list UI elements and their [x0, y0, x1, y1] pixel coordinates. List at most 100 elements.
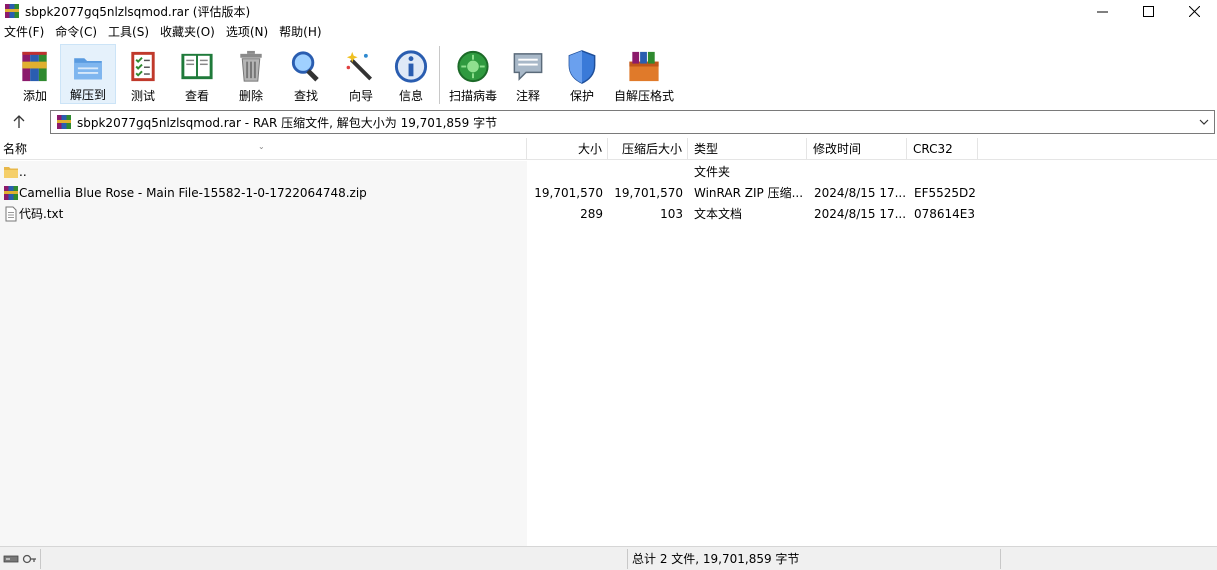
menu-bar: 文件(F) 命令(C) 工具(S) 收藏夹(O) 选项(N) 帮助(H): [0, 22, 1217, 42]
delete-button[interactable]: 删除: [224, 44, 278, 104]
file-size: 19,701,570: [534, 186, 603, 200]
sfx-label: 自解压格式: [613, 89, 674, 103]
scan-virus-button[interactable]: 扫描病毒: [445, 44, 501, 104]
file-type: WinRAR ZIP 压缩...: [694, 186, 804, 200]
find-label: 查找: [293, 89, 318, 103]
file-modified: 2024/8/15 17...: [814, 186, 906, 200]
view-button[interactable]: 查看: [170, 44, 224, 104]
info-label: 信息: [398, 89, 423, 103]
test-button[interactable]: 测试: [116, 44, 170, 104]
file-packed-size: 103: [660, 207, 683, 221]
add-archive-icon: [22, 51, 47, 82]
extract-to-label: 解压到: [69, 88, 106, 102]
column-header-name[interactable]: 名称 ⌄: [0, 138, 527, 160]
file-modified: 2024/8/15 17...: [814, 207, 906, 221]
address-bar[interactable]: sbpk2077gq5nlzlsqmod.rar - RAR 压缩文件, 解包大…: [50, 110, 1215, 134]
column-name-label: 名称: [3, 142, 28, 156]
file-modified: [814, 162, 906, 182]
delete-label: 删除: [238, 89, 263, 103]
menu-commands[interactable]: 命令(C): [51, 22, 104, 42]
column-header-size[interactable]: 大小: [527, 138, 608, 160]
column-header-type[interactable]: 类型: [688, 138, 807, 160]
find-button[interactable]: 查找: [278, 44, 334, 104]
folder-icon: [4, 167, 18, 178]
minimize-icon: [1096, 11, 1108, 12]
wizard-wand-icon: [346, 51, 373, 81]
test-label: 测试: [130, 89, 155, 103]
test-checklist-icon: [131, 51, 155, 82]
zip-archive-icon: [4, 186, 18, 200]
column-header-packed[interactable]: 压缩后大小: [608, 138, 688, 160]
file-crc: EF5525D2: [914, 186, 976, 200]
address-text: sbpk2077gq5nlzlsqmod.rar - RAR 压缩文件, 解包大…: [77, 115, 498, 130]
status-divider: [40, 549, 41, 569]
window-title: sbpk2077gq5nlzlsqmod.rar (评估版本): [25, 4, 251, 19]
info-button[interactable]: 信息: [388, 44, 434, 104]
up-folder-button[interactable]: [8, 112, 30, 132]
file-type: 文件夹: [694, 165, 731, 179]
sfx-button[interactable]: 自解压格式: [609, 44, 679, 104]
toolbar-divider: [439, 46, 440, 104]
comment-button[interactable]: 注释: [501, 44, 555, 104]
rar-archive-icon: [57, 115, 71, 129]
table-row[interactable]: 代码.txt 289 103 文本文档 2024/8/15 17... 0786…: [0, 204, 1217, 224]
close-icon: [1188, 5, 1200, 17]
close-button[interactable]: [1171, 0, 1217, 22]
menu-favorites[interactable]: 收藏夹(O): [156, 22, 222, 42]
status-divider: [627, 549, 628, 569]
extract-folder-icon: [74, 58, 102, 80]
wizard-label: 向导: [348, 89, 373, 103]
column-header-crc[interactable]: CRC32: [907, 138, 978, 160]
file-type: 文本文档: [694, 207, 743, 221]
chevron-down-icon[interactable]: [1197, 115, 1211, 129]
winrar-app-icon[interactable]: [4, 3, 20, 19]
sort-indicator-icon: ⌄: [258, 142, 265, 151]
wizard-button[interactable]: 向导: [334, 44, 388, 104]
protect-button[interactable]: 保护: [555, 44, 609, 104]
virus-scan-icon: [457, 50, 489, 83]
address-row: sbpk2077gq5nlzlsqmod.rar - RAR 压缩文件, 解包大…: [0, 108, 1217, 136]
sfx-archive-icon: [629, 51, 659, 82]
file-list: 名称 ⌄ 大小 压缩后大小 类型 修改时间 CRC32 .. 文件夹 Camel…: [0, 138, 1217, 546]
add-button[interactable]: 添加: [10, 44, 60, 104]
view-book-icon: [181, 53, 213, 80]
file-crc: [914, 162, 978, 182]
menu-tools[interactable]: 工具(S): [104, 22, 156, 42]
menu-file[interactable]: 文件(F): [0, 22, 51, 42]
file-name: ..: [19, 165, 27, 179]
comment-label: 注释: [515, 89, 540, 103]
arrow-up-icon: [13, 115, 25, 128]
status-divider: [1000, 549, 1001, 569]
title-bar: sbpk2077gq5nlzlsqmod.rar (评估版本): [0, 0, 1217, 22]
list-header: 名称 ⌄ 大小 压缩后大小 类型 修改时间 CRC32: [0, 138, 1217, 160]
toolbar: 添加 解压到 测试 查看 删除 查找 向导 信息 扫描病毒 注释 保护 自解压格…: [0, 42, 1217, 106]
file-packed-size: 19,701,570: [614, 186, 683, 200]
table-row[interactable]: Camellia Blue Rose - Main File-15582-1-0…: [0, 183, 1217, 203]
status-summary: 总计 2 文件, 19,701,859 字节: [632, 552, 800, 566]
column-header-modified[interactable]: 修改时间: [807, 138, 907, 160]
add-label: 添加: [22, 89, 47, 103]
status-bar: 总计 2 文件, 19,701,859 字节: [0, 546, 1217, 570]
file-crc: 078614E3: [914, 207, 976, 221]
comment-icon: [513, 53, 543, 81]
magnifier-icon: [291, 51, 319, 82]
file-size: [527, 162, 603, 182]
text-file-icon: [5, 206, 17, 222]
view-label: 查看: [184, 89, 209, 103]
menu-help[interactable]: 帮助(H): [275, 22, 328, 42]
shield-icon: [568, 50, 596, 84]
file-name: Camellia Blue Rose - Main File-15582-1-0…: [19, 186, 367, 200]
trash-icon: [240, 50, 262, 82]
file-packed-size: [608, 162, 683, 182]
scan-virus-label: 扫描病毒: [448, 89, 497, 103]
extract-to-button[interactable]: 解压到: [60, 44, 116, 104]
file-size: 289: [580, 207, 603, 221]
drive-key-icon[interactable]: [3, 552, 37, 566]
maximize-icon: [1142, 5, 1154, 17]
menu-options[interactable]: 选项(N): [222, 22, 275, 42]
minimize-button[interactable]: [1079, 0, 1125, 22]
table-row[interactable]: .. 文件夹: [0, 162, 1217, 182]
maximize-button[interactable]: [1125, 0, 1171, 22]
protect-label: 保护: [569, 89, 594, 103]
info-icon: [394, 50, 428, 83]
